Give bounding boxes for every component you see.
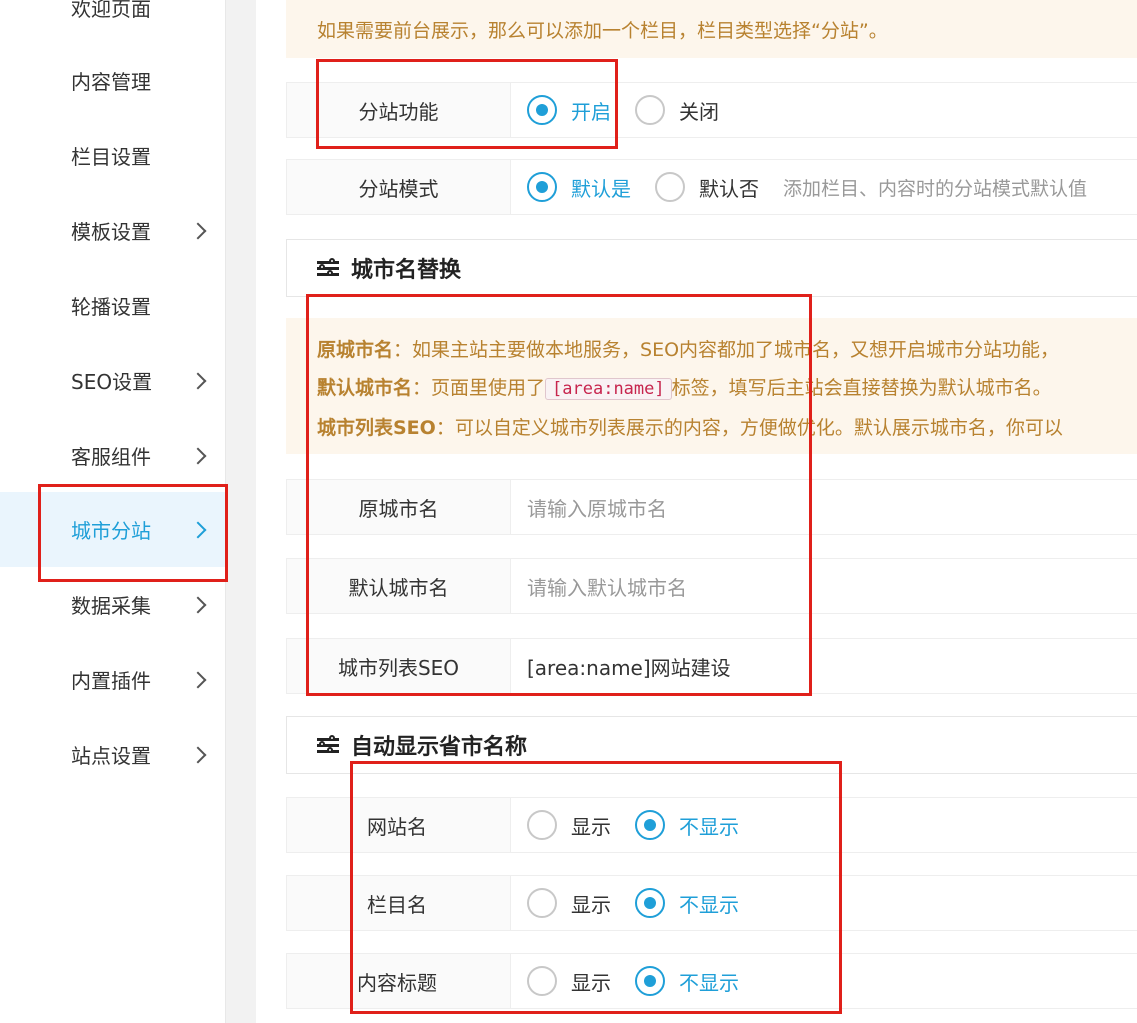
sidebar-item-site-settings[interactable]: 站点设置 [0, 717, 226, 792]
sliders-icon [317, 735, 339, 754]
sidebar-item-service[interactable]: 客服组件 [0, 418, 226, 493]
sidebar-item-carousel[interactable]: 轮播设置 [0, 268, 226, 343]
radio-unchecked-icon [527, 810, 557, 840]
sidebar-item-label: 欢迎页面 [71, 0, 151, 21]
original-city-row: 原城市名 请输入原城市名 [286, 479, 1137, 535]
notice-line-2: 默认城市名：页面里使用了 [area:name] 标签，填写后主站会直接替换为默认城… [317, 377, 1052, 400]
chevron-right-icon [189, 521, 207, 538]
field-label: 栏目名 [287, 876, 511, 930]
sidebar-item-label: 内容管理 [71, 70, 151, 94]
radio-show[interactable]: 显示 [527, 888, 611, 918]
radio-disable[interactable]: 关闭 [635, 95, 719, 125]
sidebar-item-label: 轮播设置 [71, 295, 151, 319]
sidebar-item-label: 数据采集 [71, 594, 151, 618]
default-city-row: 默认城市名 请输入默认城市名 [286, 558, 1137, 614]
sidebar-item-label: 城市分站 [71, 519, 151, 543]
sidebar: 欢迎页面 内容管理 栏目设置 模板设置 轮播设置 SEO设置 客服组件 城市分站… [0, 0, 226, 1023]
section-title: 自动显示省市名称 [351, 735, 528, 760]
sidebar-item-seo[interactable]: SEO设置 [0, 343, 226, 418]
chevron-right-icon [189, 596, 207, 613]
radio-checked-icon [527, 172, 557, 202]
chevron-right-icon [189, 671, 207, 688]
section-auto-display: 自动显示省市名称 [286, 716, 1137, 774]
radio-unchecked-icon [527, 966, 557, 996]
chevron-right-icon [189, 222, 207, 239]
radio-hide[interactable]: 不显示 [635, 810, 739, 840]
field-label: 分站功能 [287, 83, 511, 137]
radio-hide[interactable]: 不显示 [635, 966, 739, 996]
radio-show[interactable]: 显示 [527, 966, 611, 996]
substation-notice: 如果需要前台展示，那么可以添加一个栏目，栏目类型选择“分站”。 [286, 0, 1137, 58]
radio-hide[interactable]: 不显示 [635, 888, 739, 918]
notice-line-1: 原城市名：如果主站主要做本地服务，SEO内容都加了城市名，又想开启城市分站功能， [317, 339, 1060, 361]
field-label: 内容标题 [287, 954, 511, 1008]
content-title-row: 内容标题 显示 不显示 [286, 953, 1137, 1009]
sidebar-item-plugins[interactable]: 内置插件 [0, 642, 226, 717]
field-label: 分站模式 [287, 160, 511, 214]
sidebar-item-data-collect[interactable]: 数据采集 [0, 567, 226, 642]
section-title: 城市名替换 [351, 258, 462, 283]
radio-unchecked-icon [527, 888, 557, 918]
radio-unchecked-icon [655, 172, 685, 202]
code-tag: [area:name] [545, 378, 672, 400]
substation-mode-row: 分站模式 默认是 默认否 添加栏目、内容时的分站模式默认值 [286, 159, 1137, 215]
sidebar-item-city-substation[interactable]: 城市分站 [0, 492, 226, 567]
sidebar-item-label: SEO设置 [71, 370, 153, 394]
radio-checked-icon [527, 95, 557, 125]
main-content: 如果需要前台展示，那么可以添加一个栏目，栏目类型选择“分站”。 分站功能 开启 … [256, 0, 1137, 1023]
radio-unchecked-icon [635, 95, 665, 125]
sidebar-item-welcome[interactable]: 欢迎页面 [0, 0, 226, 45]
radio-default-no[interactable]: 默认否 [655, 172, 759, 202]
sidebar-item-label: 站点设置 [71, 744, 151, 768]
field-label: 默认城市名 [287, 559, 511, 613]
chevron-right-icon [189, 372, 207, 389]
sidebar-item-label: 栏目设置 [71, 145, 151, 169]
radio-enable[interactable]: 开启 [527, 95, 611, 125]
site-name-row: 网站名 显示 不显示 [286, 797, 1137, 853]
field-label: 网站名 [287, 798, 511, 852]
sidebar-item-label: 内置插件 [71, 669, 151, 693]
radio-checked-icon [635, 966, 665, 996]
column-name-row: 栏目名 显示 不显示 [286, 875, 1137, 931]
city-list-seo-row: 城市列表SEO [area:name]网站建设 [286, 638, 1137, 694]
sidebar-item-content[interactable]: 内容管理 [0, 43, 226, 118]
field-label: 城市列表SEO [287, 639, 511, 693]
chevron-right-icon [189, 447, 207, 464]
field-label: 原城市名 [287, 480, 511, 534]
sidebar-item-label: 模板设置 [71, 220, 151, 244]
layout-gutter [226, 0, 256, 1023]
mode-hint: 添加栏目、内容时的分站模式默认值 [783, 177, 1088, 200]
sidebar-item-columns[interactable]: 栏目设置 [0, 118, 226, 193]
original-city-input[interactable]: 请输入原城市名 [527, 480, 1137, 534]
substation-function-row: 分站功能 开启 关闭 [286, 82, 1137, 138]
radio-checked-icon [635, 888, 665, 918]
sidebar-item-templates[interactable]: 模板设置 [0, 193, 226, 268]
notice-line: 如果需要前台展示，那么可以添加一个栏目，栏目类型选择“分站”。 [317, 20, 888, 42]
section-city-replace: 城市名替换 [286, 239, 1137, 297]
sliders-icon [317, 258, 339, 277]
radio-checked-icon [635, 810, 665, 840]
radio-show[interactable]: 显示 [527, 810, 611, 840]
sidebar-item-label: 客服组件 [71, 445, 151, 469]
city-list-seo-input[interactable]: [area:name]网站建设 [527, 639, 1137, 693]
city-replace-notice: 原城市名：如果主站主要做本地服务，SEO内容都加了城市名，又想开启城市分站功能，… [286, 318, 1137, 454]
radio-default-yes[interactable]: 默认是 [527, 172, 631, 202]
default-city-input[interactable]: 请输入默认城市名 [527, 559, 1137, 613]
chevron-right-icon [189, 746, 207, 763]
notice-line-3: 城市列表SEO：可以自定义城市列表展示的内容，方便做优化。默认展示城市名，你可以 [317, 417, 1063, 439]
